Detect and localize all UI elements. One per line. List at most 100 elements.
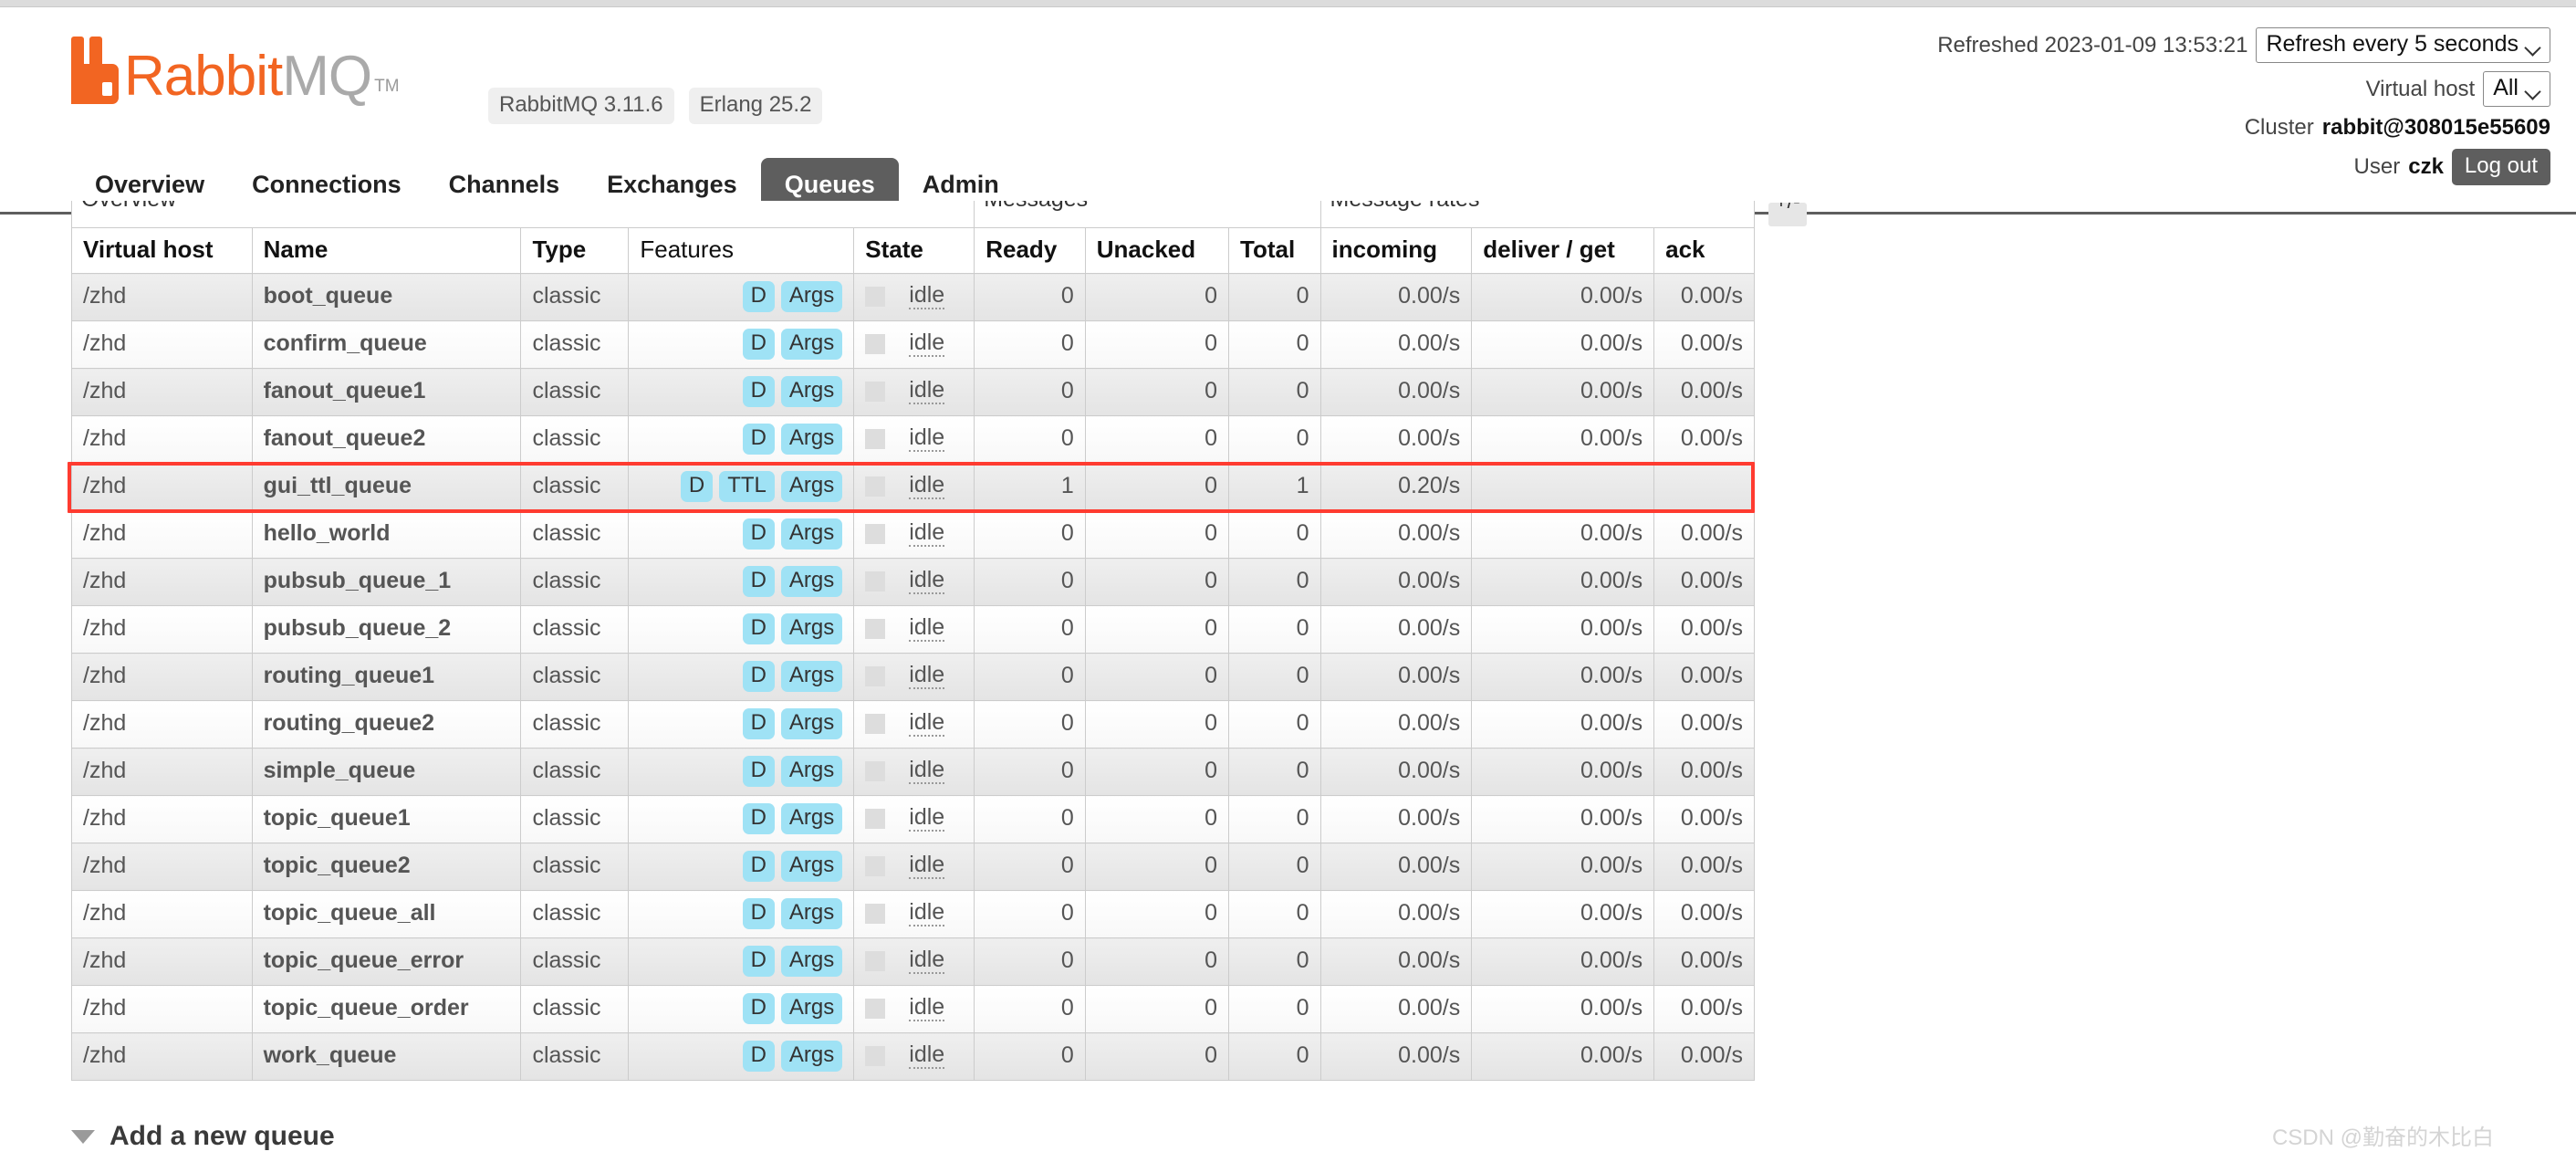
add-new-queue-label: Add a new queue (110, 1121, 335, 1151)
queue-name-link[interactable]: boot_queue (251, 273, 522, 321)
table-row[interactable]: /zhd work_queue classic D Args idle 0 0 0 0.00/s 0… (71, 1032, 1755, 1081)
queue-name-link[interactable]: topic_queue2 (251, 843, 522, 891)
cell-deliver-get: 0.00/s (1471, 273, 1655, 321)
queue-name-link[interactable]: routing_queue2 (251, 700, 522, 748)
state-label: idle (909, 282, 945, 310)
table-row[interactable]: /zhd fanout_queue2 classic D Args idle 0 0 0 0.00… (71, 415, 1755, 464)
add-new-queue-section[interactable]: Add a new queue (71, 1121, 335, 1152)
group-header-messages: Messages (974, 201, 1321, 228)
queue-name-link[interactable]: work_queue (251, 1032, 522, 1081)
cell-total: 0 (1228, 795, 1321, 843)
cell-total: 0 (1228, 843, 1321, 891)
cell-vhost: /zhd (71, 368, 253, 416)
queue-name-link[interactable]: fanout_queue1 (251, 368, 522, 416)
table-row[interactable]: /zhd topic_queue_error classic D Args idle 0 0 0… (71, 937, 1755, 986)
col-header-virtual-host[interactable]: Virtual host (71, 227, 253, 274)
cell-vhost: /zhd (71, 415, 253, 464)
cell-deliver-get: 0.00/s (1471, 653, 1655, 701)
cell-deliver-get: 0.00/s (1471, 890, 1655, 938)
cell-total: 0 (1228, 368, 1321, 416)
rabbitmq-logo[interactable]: RabbitMQ TM (71, 37, 400, 105)
table-row[interactable]: /zhd fanout_queue1 classic D Args idle 0 0 0 0.00… (71, 368, 1755, 416)
queue-name-link[interactable]: hello_world (251, 510, 522, 559)
feature-badge-d: D (742, 945, 775, 977)
state-label: idle (909, 519, 945, 548)
queue-name-link[interactable]: confirm_queue (251, 320, 522, 369)
rabbitmq-management-page: RabbitMQ TM RabbitMQ 3.11.6 Erlang 25.2 … (0, 0, 2576, 1162)
queue-name-link[interactable]: simple_queue (251, 748, 522, 796)
cell-total: 0 (1228, 700, 1321, 748)
refresh-interval-select[interactable]: Refresh every 5 seconds (2256, 27, 2550, 63)
state-color-swatch (865, 571, 886, 591)
cell-type: classic (520, 653, 630, 701)
cell-total: 1 (1228, 463, 1321, 511)
version-badges: RabbitMQ 3.11.6 Erlang 25.2 (488, 88, 823, 124)
cell-unacked: 0 (1084, 1032, 1230, 1081)
table-row[interactable]: /zhd gui_ttl_queue classic D TTL Args idle 1 0 1 0… (71, 463, 1755, 511)
state-color-swatch (865, 665, 886, 686)
queue-name-link[interactable]: topic_queue_error (251, 937, 522, 986)
cell-ack: 0.00/s (1653, 748, 1755, 796)
col-header-ack[interactable]: ack (1653, 227, 1755, 274)
queue-name-link[interactable]: gui_ttl_queue (251, 463, 522, 511)
col-header-deliver-get[interactable]: deliver / get (1471, 227, 1655, 274)
queue-name-link[interactable]: fanout_queue2 (251, 415, 522, 464)
queue-name-link[interactable]: topic_queue1 (251, 795, 522, 843)
col-header-features[interactable]: Features (628, 227, 855, 274)
cell-state: idle (853, 605, 975, 654)
col-header-state[interactable]: State (853, 227, 975, 274)
table-row[interactable]: /zhd topic_queue_all classic D Args idle 0 0 0 0.… (71, 890, 1755, 938)
cell-ack: 0.00/s (1653, 653, 1755, 701)
feature-badge-args: Args (780, 280, 843, 312)
cell-ready: 0 (974, 890, 1086, 938)
queue-name-link[interactable]: pubsub_queue_2 (251, 605, 522, 654)
table-row[interactable]: /zhd topic_queue1 classic D Args idle 0 0 0 0.00/… (71, 795, 1755, 843)
queue-name-link[interactable]: topic_queue_all (251, 890, 522, 938)
cell-incoming: 0.20/s (1319, 463, 1473, 511)
chevron-down-icon (71, 1129, 95, 1144)
vhost-select[interactable]: All (2483, 71, 2550, 107)
cell-incoming: 0.00/s (1319, 937, 1473, 986)
cluster-row: Cluster rabbit@308015e55609 (1937, 115, 2550, 141)
cell-vhost: /zhd (71, 985, 253, 1033)
feature-badge-args: Args (780, 707, 843, 739)
table-row[interactable]: /zhd hello_world classic D Args idle 0 0 0 0.00/s… (71, 510, 1755, 559)
cell-deliver-get: 0.00/s (1471, 1032, 1655, 1081)
col-header-type[interactable]: Type (520, 227, 630, 274)
cell-ready: 0 (974, 843, 1086, 891)
feature-badge-d: D (742, 802, 775, 834)
queue-name-link[interactable]: pubsub_queue_1 (251, 558, 522, 606)
col-header-incoming[interactable]: incoming (1319, 227, 1473, 274)
logo-text-mq: MQ (282, 45, 372, 109)
queue-name-link[interactable]: topic_queue_order (251, 985, 522, 1033)
cell-ready: 0 (974, 985, 1086, 1033)
table-row[interactable]: /zhd boot_queue classic D Args idle 0 0 0 0.00/s 0… (71, 273, 1755, 321)
columns-toggle-button[interactable]: +/- (1768, 203, 1807, 226)
col-header-unacked[interactable]: Unacked (1084, 227, 1230, 274)
queue-name-link[interactable]: routing_queue1 (251, 653, 522, 701)
table-row[interactable]: /zhd topic_queue_order classic D Args idle 0 0 0… (71, 985, 1755, 1033)
feature-badge-d: D (742, 755, 775, 787)
cell-vhost: /zhd (71, 273, 253, 321)
table-row[interactable]: /zhd pubsub_queue_1 classic D Args idle 0 0 0 0.0… (71, 558, 1755, 606)
feature-badge-d: D (742, 565, 775, 597)
col-header-name[interactable]: Name (251, 227, 522, 274)
feature-badge-args: Args (780, 423, 843, 455)
cell-deliver-get: 0.00/s (1471, 558, 1655, 606)
cell-incoming: 0.00/s (1319, 605, 1473, 654)
cell-features: D Args (628, 605, 855, 654)
table-row[interactable]: /zhd pubsub_queue_2 classic D Args idle 0 0 0 0.0… (71, 605, 1755, 654)
table-row[interactable]: /zhd confirm_queue classic D Args idle 0 0 0 0.00… (71, 320, 1755, 369)
col-header-total[interactable]: Total (1228, 227, 1321, 274)
table-row[interactable]: /zhd topic_queue2 classic D Args idle 0 0 0 0.00/… (71, 843, 1755, 891)
state-label: idle (909, 330, 945, 358)
state-label: idle (909, 757, 945, 785)
table-row[interactable]: /zhd routing_queue2 classic D Args idle 0 0 0 0.0… (71, 700, 1755, 748)
cell-unacked: 0 (1084, 558, 1230, 606)
table-row[interactable]: /zhd simple_queue classic D Args idle 0 0 0 0.00/… (71, 748, 1755, 796)
col-header-ready[interactable]: Ready (974, 227, 1086, 274)
cell-type: classic (520, 558, 630, 606)
logout-button[interactable]: Log out (2451, 149, 2550, 185)
table-row[interactable]: /zhd routing_queue1 classic D Args idle 0 0 0 0.0… (71, 653, 1755, 701)
feature-badge-d: D (742, 518, 775, 550)
